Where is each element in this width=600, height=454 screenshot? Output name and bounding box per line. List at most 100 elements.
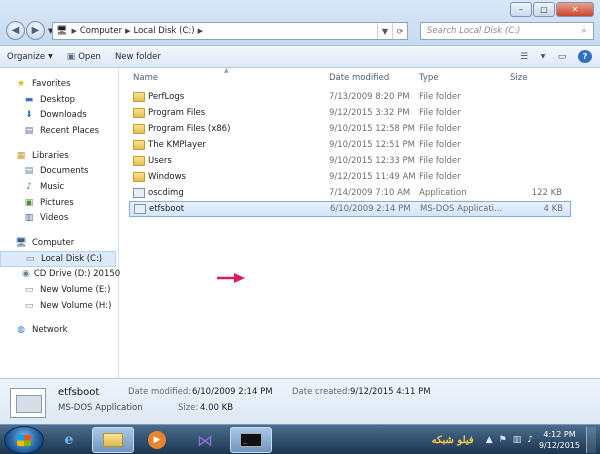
nav-label: Videos (40, 213, 69, 224)
view-controls: ☰ ▼ ▭ ? (517, 50, 592, 63)
clock[interactable]: 4:12 PM 9/12/2015 (539, 429, 580, 451)
file-row-perflogs[interactable]: PerfLogs 7/13/2009 8:20 PM File folder (120, 89, 600, 105)
nav-label: New Volume (E:) (40, 285, 111, 296)
videos-icon: ▥ (24, 213, 34, 224)
file-name: Program Files (148, 108, 206, 118)
view-dropdown-icon[interactable]: ▼ (540, 50, 546, 63)
file-row-users[interactable]: Users 9/10/2015 12:33 PM File folder (120, 153, 600, 169)
taskbar-visual-studio[interactable]: ⋈ (184, 427, 226, 453)
start-button[interactable] (4, 426, 44, 454)
desktop-icon: ▬ (24, 94, 34, 105)
search-input[interactable]: Search Local Disk (C:) ⌕ (420, 22, 594, 40)
computer-icon: 🖥 (15, 238, 27, 249)
nav-computer[interactable]: 🖥 Computer (0, 235, 118, 251)
nav-item-downloads[interactable]: ⬇ Downloads (0, 107, 118, 123)
column-header-type[interactable]: Type (419, 73, 439, 83)
column-header-name[interactable]: Name (133, 73, 158, 83)
nav-item-cd-drive[interactable]: ◉ CD Drive (D:) 201509 (0, 267, 126, 283)
folder-icon (103, 433, 123, 447)
file-row-the-kmplayer[interactable]: The KMPlayer 9/10/2015 12:51 PM File folde… (120, 137, 600, 153)
file-type: MS-DOS Applicati... (420, 204, 503, 214)
preview-pane-icon[interactable]: ▭ (555, 50, 569, 63)
network-status-icon[interactable]: ▥ (513, 435, 522, 445)
nav-libraries[interactable]: ▦ Libraries (0, 148, 118, 164)
taskbar-windows-explorer[interactable] (92, 427, 134, 453)
address-bar[interactable]: 🖥 ▶ Computer ▶ Local Disk (C:) ▶ ▼ ⟳ (52, 22, 408, 40)
search-icon[interactable]: ⌕ (575, 26, 593, 36)
details-modified-label: Date modified: (128, 387, 192, 397)
navigation-buttons: ◀ ▶ ▼ (6, 21, 53, 40)
file-row-windows[interactable]: Windows 9/12/2015 11:49 AM File folder (120, 169, 600, 185)
file-date-modified: 9/12/2015 3:32 PM (329, 108, 410, 118)
nav-item-volume-h[interactable]: ▭ New Volume (H:) (0, 298, 118, 314)
details-size-label: Size: (178, 403, 199, 413)
watermark-text: فیلو شبکه (431, 434, 474, 446)
nav-label: CD Drive (D:) 201509 (33, 269, 126, 280)
nav-item-documents[interactable]: ▤ Documents (0, 163, 118, 179)
column-header-size[interactable]: Size (510, 73, 527, 83)
show-hidden-icons-icon[interactable]: ▲ (486, 435, 493, 445)
file-date-modified: 9/10/2015 12:33 PM (329, 156, 415, 166)
clock-date: 9/12/2015 (538, 441, 580, 450)
file-row-oscdimg[interactable]: oscdimg 7/14/2009 7:10 AM Application 122 K… (120, 185, 600, 201)
breadcrumb-separator-icon[interactable]: ▶ (125, 27, 130, 35)
change-view-icon[interactable]: ☰ (517, 50, 531, 63)
nav-network[interactable]: ◍ Network (0, 323, 118, 339)
file-row-program-files[interactable]: Program Files 9/12/2015 3:32 PM File folde… (120, 105, 600, 121)
new-folder-label: New folder (114, 51, 161, 62)
hard-drive-icon: ▭ (24, 285, 34, 296)
file-row-etfsboot[interactable]: etfsboot 6/10/2009 2:14 PM MS-DOS Applicat… (129, 201, 571, 217)
taskbar-media-player[interactable]: ▶ (136, 427, 178, 453)
details-created-label: Date created: (292, 387, 351, 397)
nav-item-volume-e[interactable]: ▭ New Volume (E:) (0, 282, 118, 298)
taskbar-internet-explorer[interactable]: e (48, 427, 90, 453)
nav-label: Network (32, 325, 68, 336)
nav-label: Recent Places (40, 125, 100, 136)
command-prompt-icon: _ (240, 433, 262, 447)
music-icon: ♪ (26, 181, 32, 192)
taskbar-command-prompt[interactable]: _ (230, 427, 272, 453)
nav-item-local-disk[interactable]: ▭ Local Disk (C:) (0, 250, 116, 267)
forward-button[interactable]: ▶ (26, 21, 45, 40)
computer-icon: 🖥 (56, 26, 68, 36)
column-header-date[interactable]: Date modified (329, 73, 389, 83)
file-name: Program Files (x86) (148, 124, 231, 134)
nav-item-music[interactable]: ♪ Music (0, 179, 118, 195)
nav-item-desktop[interactable]: ▬ Desktop (0, 92, 118, 108)
nav-favorites[interactable]: ★ Favorites (0, 76, 118, 92)
breadcrumb-local-disk[interactable]: Local Disk (C:) (133, 26, 194, 36)
close-button[interactable]: ✕ (556, 2, 594, 17)
refresh-icon[interactable]: ⟳ (392, 23, 407, 39)
back-button[interactable]: ◀ (6, 21, 25, 40)
breadcrumb-separator-icon[interactable]: ▶ (198, 27, 203, 35)
volume-icon[interactable]: ♪ (527, 435, 533, 445)
media-player-icon: ▶ (148, 431, 166, 449)
show-desktop-button[interactable] (586, 427, 596, 453)
file-name: Users (148, 156, 172, 166)
file-name: The KMPlayer (148, 140, 206, 150)
breadcrumb-separator-icon[interactable]: ▶ (71, 27, 76, 35)
nav-item-pictures[interactable]: ▣ Pictures (0, 195, 118, 211)
system-tray: فیلو شبکه ▲ ⚑ ▥ ♪ 4:12 PM 9/12/2015 (432, 427, 596, 453)
open-icon: ▣ (66, 51, 76, 62)
open-button[interactable]: ▣ Open (67, 52, 101, 62)
nav-label: Favorites (32, 78, 71, 89)
minimize-button[interactable]: – (510, 2, 532, 17)
navigation-pane: ★ Favorites ▬ Desktop ⬇ Downloads ▤ Rece… (0, 68, 126, 378)
new-folder-button[interactable]: New folder (115, 52, 161, 62)
star-icon: ★ (16, 78, 26, 89)
nav-label: Pictures (40, 197, 74, 208)
address-dropdown-icon[interactable]: ▼ (377, 23, 392, 39)
breadcrumb-computer[interactable]: Computer (80, 26, 122, 36)
nav-item-recent-places[interactable]: ▤ Recent Places (0, 123, 118, 139)
nav-item-videos[interactable]: ▥ Videos (0, 211, 118, 227)
clock-time: 4:12 PM (543, 430, 576, 439)
file-type: File folder (419, 124, 461, 134)
file-row-program-files-x86-[interactable]: Program Files (x86) 9/10/2015 12:58 PM Fil… (120, 121, 600, 137)
action-center-flag-icon[interactable]: ⚑ (499, 435, 507, 445)
organize-button[interactable]: Organize ▼ (7, 52, 53, 62)
folder-icon (133, 124, 145, 134)
maximize-button[interactable]: □ (533, 2, 555, 17)
help-icon[interactable]: ? (578, 50, 592, 63)
file-size: 122 KB (531, 188, 562, 198)
